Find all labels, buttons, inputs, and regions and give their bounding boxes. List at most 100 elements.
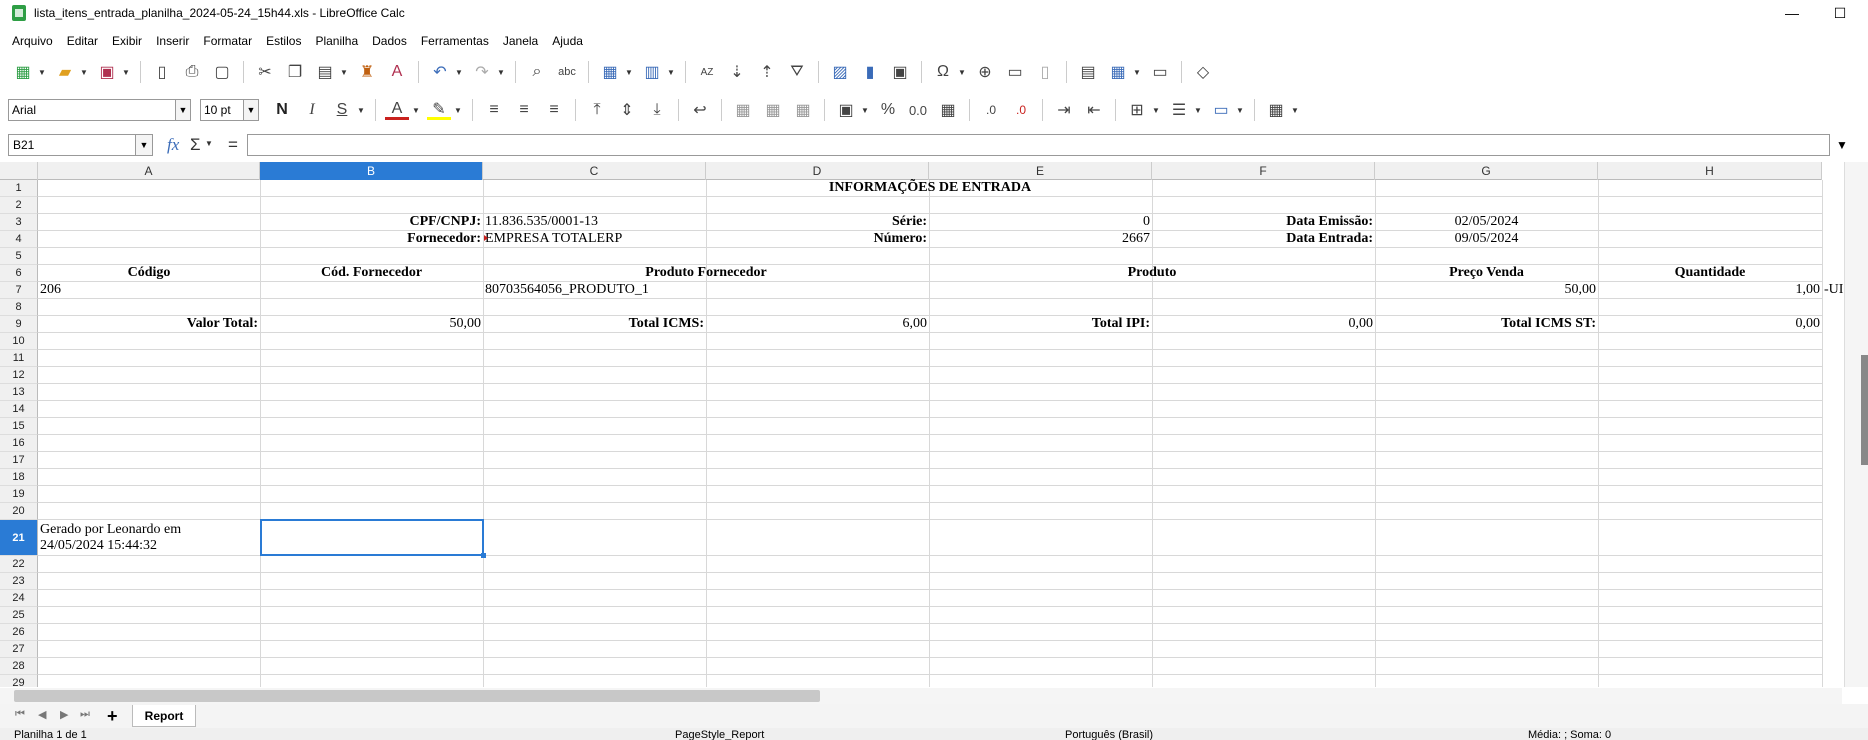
clone-formatting-icon[interactable]: ♜	[355, 60, 379, 84]
row-header-4[interactable]: 4	[0, 231, 38, 248]
name-box[interactable]: B21 ▼	[8, 134, 153, 156]
save-icon[interactable]: ▣	[95, 60, 119, 84]
row-header-15[interactable]: 15	[0, 418, 38, 435]
chevron-down-icon[interactable]: ▼	[1291, 98, 1299, 122]
chevron-down-icon[interactable]: ▼	[243, 100, 258, 120]
menu-ajuda[interactable]: Ajuda	[552, 34, 583, 48]
new-document-icon[interactable]: ▦	[11, 60, 35, 84]
font-color-icon[interactable]: A	[385, 100, 409, 120]
row-header-22[interactable]: 22	[0, 556, 38, 573]
menu-editar[interactable]: Editar	[67, 34, 98, 48]
status-language[interactable]: Português (Brasil)	[1065, 729, 1153, 740]
expand-formula-bar-icon[interactable]: ▼	[1836, 138, 1848, 152]
chevron-down-icon[interactable]: ▼	[625, 60, 633, 84]
menu-inserir[interactable]: Inserir	[156, 34, 189, 48]
row-header-14[interactable]: 14	[0, 401, 38, 418]
undo-icon[interactable]: ↶	[428, 60, 452, 84]
percent-format-icon[interactable]: %	[876, 98, 900, 122]
chevron-down-icon[interactable]: ▼	[175, 100, 190, 120]
chevron-down-icon[interactable]: ▼	[667, 60, 675, 84]
spreadsheet-grid[interactable]: ABCDEFGH 1 2 3 4 5 6 7 8 9 10 11 12 13 14 15 16 17 18 19 20…	[0, 162, 1868, 687]
column-header-d[interactable]: D	[706, 162, 929, 180]
status-summary[interactable]: Média: ; Soma: 0	[1528, 729, 1611, 740]
italic-icon[interactable]: I	[300, 98, 324, 122]
function-wizard-icon[interactable]: fx	[167, 135, 179, 155]
row-header-18[interactable]: 18	[0, 469, 38, 486]
sheet-tab-report[interactable]: Report	[132, 705, 196, 727]
select-all-corner[interactable]	[0, 162, 38, 180]
special-character-icon[interactable]: Ω	[931, 60, 955, 84]
print-preview-icon[interactable]: ▢	[210, 60, 234, 84]
border-style-icon[interactable]: ☰	[1167, 98, 1191, 122]
paste-icon[interactable]: ▤	[313, 60, 337, 84]
column-header-g[interactable]: G	[1375, 162, 1598, 180]
horizontal-scroll-thumb[interactable]	[14, 690, 820, 702]
chevron-down-icon[interactable]: ▼	[1133, 60, 1141, 84]
column-header-e[interactable]: E	[929, 162, 1152, 180]
column-header-b[interactable]: B	[260, 162, 483, 180]
menu-dados[interactable]: Dados	[372, 34, 407, 48]
chevron-down-icon[interactable]: ▼	[357, 98, 365, 122]
vertical-scroll-thumb[interactable]	[1861, 355, 1868, 465]
row-header-8[interactable]: 8	[0, 299, 38, 316]
row-header-23[interactable]: 23	[0, 573, 38, 590]
row-header-5[interactable]: 5	[0, 248, 38, 265]
delete-decimal-icon[interactable]: .0	[1009, 98, 1033, 122]
row-header-7[interactable]: 7	[0, 282, 38, 299]
row-header-21[interactable]: 21	[0, 520, 38, 556]
row-header-2[interactable]: 2	[0, 197, 38, 214]
row-header-16[interactable]: 16	[0, 435, 38, 452]
row-header-12[interactable]: 12	[0, 367, 38, 384]
chevron-down-icon[interactable]: ▼	[122, 60, 130, 84]
menu-estilos[interactable]: Estilos	[266, 34, 301, 48]
chevron-down-icon[interactable]: ▼	[1152, 98, 1160, 122]
merge-center-icon[interactable]: ▦	[731, 98, 755, 122]
selected-cell-cursor[interactable]	[260, 519, 484, 556]
row-header-20[interactable]: 20	[0, 503, 38, 520]
row-header-24[interactable]: 24	[0, 590, 38, 607]
bold-icon[interactable]: N	[270, 98, 294, 122]
insert-chart-icon[interactable]: ▮	[858, 60, 882, 84]
row-header-6[interactable]: 6	[0, 265, 38, 282]
headers-footers-icon[interactable]: ▯	[1033, 60, 1057, 84]
row-header-27[interactable]: 27	[0, 641, 38, 658]
align-bottom-icon[interactable]: ⤓	[645, 98, 669, 122]
row-header-10[interactable]: 10	[0, 333, 38, 350]
chevron-down-icon[interactable]: ▼	[38, 60, 46, 84]
chevron-down-icon[interactable]: ▼	[861, 98, 869, 122]
row-header-28[interactable]: 28	[0, 658, 38, 675]
column-header-a[interactable]: A	[38, 162, 260, 180]
chevron-down-icon[interactable]: ▼	[412, 98, 420, 122]
hyperlink-icon[interactable]: ⊕	[973, 60, 997, 84]
row-header-26[interactable]: 26	[0, 624, 38, 641]
border-color-icon[interactable]: ▭	[1209, 98, 1233, 122]
row-header-9[interactable]: 9	[0, 316, 38, 333]
sort-ascending-icon[interactable]: ⇣	[725, 60, 749, 84]
decrease-indent-icon[interactable]: ⇤	[1082, 98, 1106, 122]
date-format-icon[interactable]: ▦	[936, 98, 960, 122]
row-header-19[interactable]: 19	[0, 486, 38, 503]
chevron-down-icon[interactable]: ▼	[1236, 98, 1244, 122]
align-top-icon[interactable]: ⤒	[585, 98, 609, 122]
row-icon[interactable]: ▦	[598, 60, 622, 84]
open-folder-icon[interactable]: ▰	[53, 60, 77, 84]
row-header-1[interactable]: 1	[0, 180, 38, 197]
menu-exibir[interactable]: Exibir	[112, 34, 142, 48]
autofilter-icon[interactable]: ⛛	[785, 60, 809, 84]
copy-icon[interactable]: ❐	[283, 60, 307, 84]
row-header-11[interactable]: 11	[0, 350, 38, 367]
chevron-down-icon[interactable]: ▼	[454, 98, 462, 122]
chevron-down-icon[interactable]: ▼	[497, 60, 505, 84]
freeze-rows-columns-icon[interactable]: ▦	[1106, 60, 1130, 84]
row-header-29[interactable]: 29	[0, 675, 38, 687]
status-page-style[interactable]: PageStyle_Report	[675, 729, 764, 740]
split-window-icon[interactable]: ▭	[1148, 60, 1172, 84]
sort-icon[interactable]: AZ	[695, 60, 719, 84]
insert-image-icon[interactable]: ▨	[828, 60, 852, 84]
currency-format-icon[interactable]: ▣	[834, 98, 858, 122]
previous-sheet-icon[interactable]: ◀	[38, 708, 46, 721]
cut-icon[interactable]: ✂	[253, 60, 277, 84]
clear-formatting-icon[interactable]: A	[385, 60, 409, 84]
number-format-icon[interactable]: 0.0	[906, 98, 930, 122]
export-pdf-icon[interactable]: ▯	[150, 60, 174, 84]
